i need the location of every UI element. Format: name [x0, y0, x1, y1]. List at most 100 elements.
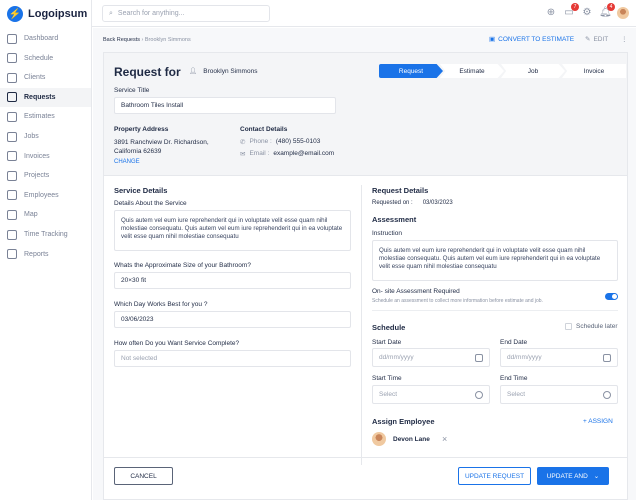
logo-text: Logoipsum	[28, 8, 88, 20]
end-time-placeholder: Select	[507, 391, 526, 398]
start-time-select[interactable]: Select	[372, 385, 490, 404]
day-label: Which Day Works Best for you ?	[114, 301, 208, 308]
sidebar-item-reports[interactable]: Reports	[0, 245, 91, 264]
update-and-button[interactable]: UPDATE AND ⌄	[537, 467, 609, 485]
sidebar-item-label: Dashboard	[24, 35, 59, 42]
sidebar-item-label: Map	[24, 211, 38, 219]
breadcrumb-back[interactable]: Back Requests	[103, 37, 140, 43]
users-icon	[7, 190, 17, 201]
estimate-icon	[7, 111, 17, 122]
sidebar-item-clients[interactable]: Clients	[0, 68, 91, 87]
breadcrumb: Back Requests › Brooklyn Simmons	[103, 37, 191, 43]
sidebar: ⚡ Logoipsum Dashboard Schedule Clients Reque…	[0, 0, 92, 500]
onsite-description: Schedule an assessment to collect more i…	[372, 298, 543, 304]
schedule-heading: Schedule	[372, 323, 406, 332]
cancel-button[interactable]: CANCEL	[114, 467, 173, 485]
service-details-textarea[interactable]: Quis autem vel eum iure reprehenderit qu…	[114, 210, 351, 251]
sidebar-item-label: Projects	[24, 172, 50, 180]
notifications-badge: 4	[607, 3, 615, 11]
sidebar-item-dashboard[interactable]: Dashboard	[0, 29, 91, 48]
end-time-select[interactable]: Select	[500, 385, 618, 404]
phone-value: (480) 555-0103	[275, 138, 321, 145]
step-invoice[interactable]: Invoice	[562, 64, 626, 78]
sidebar-item-map[interactable]: Map	[0, 205, 91, 224]
update-and-label: UPDATE AND	[546, 472, 588, 480]
reports-icon	[7, 249, 17, 260]
requested-date: 03/03/2023	[422, 200, 453, 206]
request-header: Request for 👤︎ Brooklyn Simmons Request E…	[104, 53, 627, 176]
convert-to-estimate-button[interactable]: ▣ CONVERT TO ESTIMATE	[489, 35, 574, 44]
property-address-label: Property Address	[114, 126, 169, 133]
end-date-field[interactable]: dd/mm/yyyy	[500, 348, 618, 367]
sidebar-item-label: Clients	[24, 74, 46, 82]
start-time-label: Start Time	[372, 375, 402, 382]
onsite-toggle[interactable]	[605, 293, 618, 300]
requested-on: Requested on : 03/03/2023	[372, 200, 453, 206]
messages-icon[interactable]: ▭ 7	[563, 3, 579, 19]
add-icon[interactable]: ⊕	[545, 7, 557, 19]
search-icon: ⌕	[109, 9, 113, 17]
email-label: Email :	[249, 150, 270, 157]
grid-icon	[7, 33, 17, 44]
client-name[interactable]: 👤︎ Brooklyn Simmons	[189, 67, 257, 76]
start-date-label: Start Date	[372, 339, 402, 346]
address-line2: California 62639	[114, 148, 162, 155]
more-icon[interactable]: ⋮	[621, 35, 628, 43]
gear-icon[interactable]: ⚙	[581, 7, 593, 19]
sidebar-item-time-tracking[interactable]: Time Tracking	[0, 225, 91, 244]
page-title: Request for	[114, 65, 181, 79]
service-title-field[interactable]: Bathroom Tiles Install	[114, 97, 336, 114]
sidebar-item-estimates[interactable]: Estimates	[0, 107, 91, 126]
estimate-icon: ▣	[489, 36, 496, 43]
edit-button[interactable]: ✎ EDIT	[585, 35, 608, 44]
logo[interactable]: ⚡ Logoipsum	[7, 6, 87, 22]
assign-employee-heading: Assign Employee	[372, 417, 435, 426]
sidebar-item-invoices[interactable]: Invoices	[0, 147, 91, 166]
size-field[interactable]: 20×30 fit	[114, 272, 351, 289]
step-request[interactable]: Request	[379, 64, 443, 78]
folder-icon	[7, 170, 17, 181]
sidebar-item-jobs[interactable]: Jobs	[0, 127, 91, 146]
user-avatar[interactable]	[617, 7, 629, 19]
start-time-placeholder: Select	[379, 391, 398, 398]
step-estimate[interactable]: Estimate	[440, 64, 504, 78]
requested-label: Requested on :	[372, 200, 413, 206]
assign-button[interactable]: + ASSIGN	[583, 418, 613, 425]
search-input[interactable]: ⌕ Search for anything...	[102, 5, 270, 22]
sidebar-item-label: Reports	[24, 250, 49, 258]
address-line1: 3891 Ranchview Dr. Richardson,	[114, 139, 209, 146]
clock-icon	[7, 229, 17, 240]
divider	[372, 310, 618, 311]
sidebar-item-employees[interactable]: Employees	[0, 186, 91, 205]
instruction-textarea[interactable]: Quis autem vel eum iure reprehenderit qu…	[372, 240, 618, 281]
service-title-label: Service Title	[114, 87, 150, 94]
start-date-field[interactable]: dd/mm/yyyy	[372, 348, 490, 367]
calendar-icon	[475, 353, 483, 362]
schedule-later-checkbox[interactable]: Schedule later	[565, 323, 618, 330]
bell-icon[interactable]: 🔔︎ 4	[599, 3, 615, 19]
search-placeholder: Search for anything...	[117, 10, 185, 17]
employee-avatar	[372, 432, 386, 446]
sidebar-item-label: Invoices	[24, 152, 50, 160]
schedule-later-label: Schedule later	[576, 323, 618, 330]
update-request-button[interactable]: UPDATE REQUEST	[458, 467, 531, 485]
clock-icon	[603, 390, 611, 399]
request-details-heading: Request Details	[372, 186, 429, 195]
change-address-link[interactable]: CHANGE	[114, 159, 140, 165]
service-details-heading: Service Details	[114, 186, 168, 195]
bolt-icon: ⚡	[7, 6, 23, 22]
sidebar-item-requests[interactable]: Requests	[0, 87, 91, 107]
instruction-label: Instruction	[372, 230, 402, 237]
day-field[interactable]: 03/06/2023	[114, 311, 351, 328]
sidebar-item-projects[interactable]: Projects	[0, 166, 91, 185]
frequency-select[interactable]: Not selected	[114, 350, 351, 367]
request-card: Request for 👤︎ Brooklyn Simmons Request E…	[103, 52, 628, 500]
email-row: ✉ Email : example@email.com	[240, 150, 334, 158]
clock-icon	[475, 390, 483, 399]
end-time-label: End Time	[500, 375, 528, 382]
chevron-down-icon: ⌄	[593, 473, 600, 480]
remove-employee-icon[interactable]: ×	[442, 434, 447, 444]
sidebar-item-schedule[interactable]: Schedule	[0, 49, 91, 68]
step-job[interactable]: Job	[501, 64, 565, 78]
contact-details-label: Contact Details	[240, 126, 288, 133]
